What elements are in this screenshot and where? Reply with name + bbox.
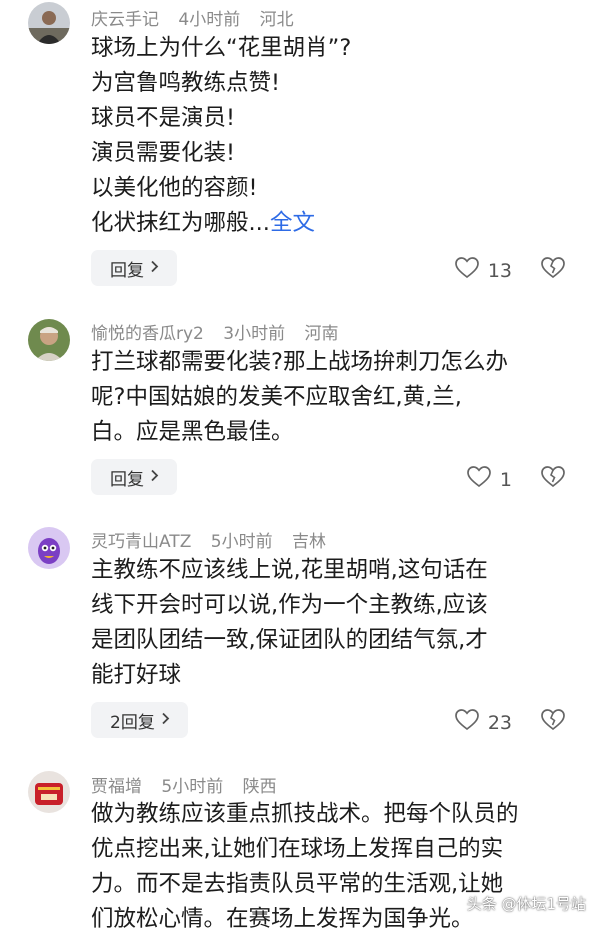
watermark: 头条 @体坛1号站 <box>467 893 586 914</box>
comment-line: 演员需要化装! <box>91 140 236 166</box>
reply-label: 2回复 <box>110 712 155 733</box>
like-button[interactable]: 23 <box>454 708 512 737</box>
heart-outline-icon <box>466 465 492 494</box>
avatar[interactable] <box>28 2 70 44</box>
comment-text: 球场上为什么“花里胡肖”? 为宫鲁鸣教练点赞! 球员不是演员! 演员需要化装! … <box>91 31 561 241</box>
author-name[interactable]: 愉悦的香瓜ry2 <box>91 324 204 344</box>
dislike-button[interactable] <box>540 465 566 493</box>
comment-time: 5小时前 <box>161 777 224 797</box>
like-button[interactable]: 13 <box>454 256 512 285</box>
comment-line: 主教练不应该线上说,花里胡哨,这句话在 <box>91 557 488 583</box>
comment-line: 球场上为什么“花里胡肖”? <box>91 35 352 61</box>
like-count: 1 <box>499 468 512 491</box>
author-name[interactable]: 庆云手记 <box>91 10 159 30</box>
comment-line: 白。应是黑色最佳。 <box>91 419 294 445</box>
watermark-text: 头条 @体坛1号站 <box>466 895 586 913</box>
comment-text: 打兰球都需要化装?那上战场拚刺刀怎么办 呢?中国姑娘的发美不应取舍红,黄,兰, … <box>91 345 561 450</box>
comment-line: 是团队团结一致,保证团队的团结气氛,才 <box>91 627 488 653</box>
chevron-right-icon <box>150 260 159 277</box>
heart-outline-icon <box>454 256 480 285</box>
comment-line: 化状抹红为哪般... <box>91 210 270 236</box>
like-count: 23 <box>487 711 512 734</box>
reply-button[interactable]: 回复 <box>91 459 177 495</box>
dislike-button[interactable] <box>540 256 566 284</box>
avatar[interactable] <box>28 527 70 569</box>
comment-line: 球员不是演员! <box>91 105 236 131</box>
comment-time: 4小时前 <box>178 10 241 30</box>
reply-button[interactable]: 2回复 <box>91 702 188 738</box>
full-text-link[interactable]: 全文 <box>270 210 315 236</box>
comment-text: 做为教练应该重点抓技战术。把每个队员的 优点挖出来,让她们在球场上发挥自己的实 … <box>91 797 561 937</box>
comment-meta: 灵巧青山ATZ 5小时前 吉林 <box>91 527 340 552</box>
chevron-right-icon <box>150 469 159 486</box>
broken-heart-icon <box>540 709 566 736</box>
comment-line: 打兰球都需要化装?那上战场拚刺刀怎么办 <box>91 349 508 375</box>
comment-line: 为宫鲁鸣教练点赞! <box>91 70 281 96</box>
comment-line: 优点挖出来,让她们在球场上发挥自己的实 <box>91 836 504 862</box>
chevron-right-icon <box>161 712 170 729</box>
author-name[interactable]: 贾福增 <box>91 777 142 797</box>
comment-location: 河南 <box>304 324 339 344</box>
author-name[interactable]: 灵巧青山ATZ <box>91 532 191 552</box>
comment-time: 3小时前 <box>223 324 286 344</box>
comment-meta: 愉悦的香瓜ry2 3小时前 河南 <box>91 319 353 344</box>
reply-label: 回复 <box>110 260 144 281</box>
comment-meta: 庆云手记 4小时前 河北 <box>91 5 308 30</box>
comment-line: 能打好球 <box>91 662 182 688</box>
reply-label: 回复 <box>110 469 144 490</box>
avatar[interactable] <box>28 319 70 361</box>
comment-location: 陕西 <box>242 777 277 797</box>
comment-line: 做为教练应该重点抓技战术。把每个队员的 <box>91 801 519 827</box>
heart-outline-icon <box>454 708 480 737</box>
like-count: 13 <box>487 259 512 282</box>
broken-heart-icon <box>540 257 566 284</box>
comment-line: 以美化他的容颜! <box>91 175 258 201</box>
comment-line-with-link: 化状抹红为哪般...全文 <box>91 206 561 241</box>
comment-meta: 贾福增 5小时前 陕西 <box>91 772 291 797</box>
comment-text: 主教练不应该线上说,花里胡哨,这句话在 线下开会时可以说,作为一个主教练,应该 … <box>91 553 561 693</box>
comment-line: 线下开会时可以说,作为一个主教练,应该 <box>91 592 488 618</box>
comment-location: 河北 <box>259 10 294 30</box>
broken-heart-icon <box>540 466 566 493</box>
comment-location: 吉林 <box>291 532 326 552</box>
avatar[interactable] <box>28 771 70 813</box>
like-button[interactable]: 1 <box>466 465 512 494</box>
comment-line: 呢?中国姑娘的发美不应取舍红,黄,兰, <box>91 384 462 410</box>
dislike-button[interactable] <box>540 708 566 736</box>
comment-time: 5小时前 <box>210 532 273 552</box>
reply-button[interactable]: 回复 <box>91 250 177 286</box>
